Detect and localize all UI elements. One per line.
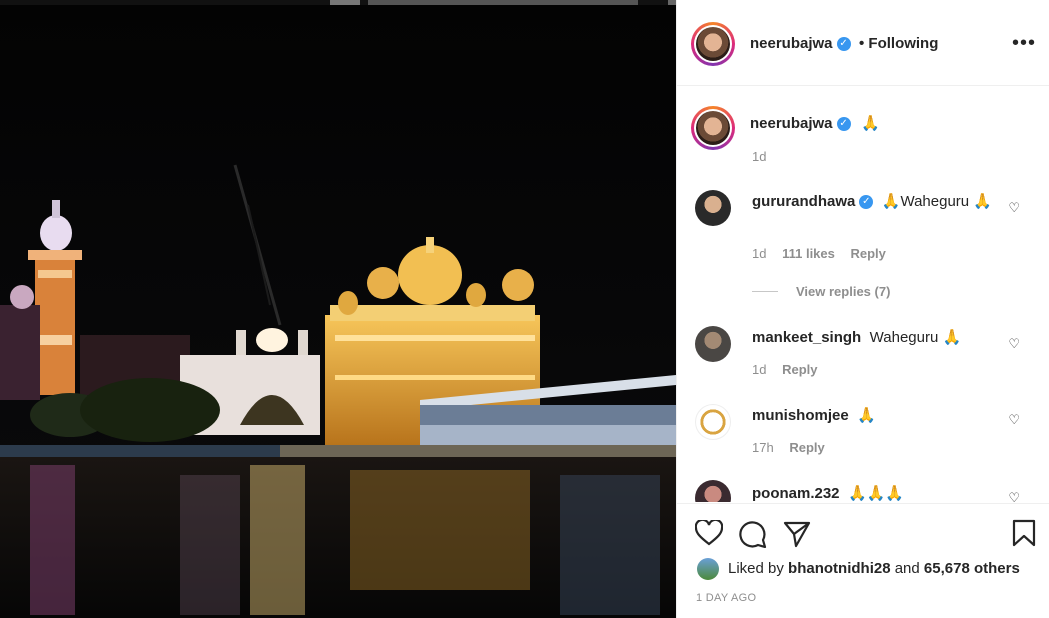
likes-others-link[interactable]: 65,678 others bbox=[924, 560, 1020, 577]
verified-badge-icon: ✓ bbox=[859, 194, 874, 209]
comment-username[interactable]: mankeet_singh bbox=[752, 329, 861, 346]
comment-text: 🙏 bbox=[857, 407, 876, 424]
likes-summary: Liked by bhanotnidhi28 and 65,678 others bbox=[728, 560, 1020, 577]
comment-avatar[interactable] bbox=[695, 326, 731, 362]
comment-meta: 1d Reply bbox=[752, 362, 818, 377]
comment-like-heart-icon[interactable]: ♡ bbox=[1008, 336, 1020, 352]
comment-body: poonam.232 🙏🙏🙏 bbox=[752, 484, 904, 502]
comment-avatar[interactable] bbox=[695, 190, 731, 226]
like-heart-icon[interactable] bbox=[695, 520, 723, 546]
comment-age: 1d bbox=[752, 246, 767, 261]
comment-meta: 17h Reply bbox=[752, 440, 825, 455]
comment-reply-button[interactable]: Reply bbox=[851, 246, 886, 261]
comment-body: mankeet_singh Waheguru 🙏 bbox=[752, 328, 961, 347]
share-paper-plane-icon[interactable] bbox=[783, 520, 811, 548]
comment-reply-button[interactable]: Reply bbox=[782, 362, 817, 377]
caption-age: 1d bbox=[752, 149, 767, 164]
following-status[interactable]: • Following bbox=[859, 35, 938, 52]
comment-body: gururandhawa ✓ 🙏Waheguru 🙏 bbox=[752, 192, 992, 211]
comment-username[interactable]: poonam.232 bbox=[752, 485, 840, 502]
post-header: neerubajwa ✓ • Following ••• bbox=[677, 0, 1049, 86]
likes-prefix: Liked by bbox=[728, 560, 784, 577]
caption-username[interactable]: neerubajwa bbox=[750, 115, 833, 132]
replies-divider bbox=[752, 291, 778, 292]
post-timestamp: 1 DAY AGO bbox=[696, 592, 757, 604]
post-photo[interactable] bbox=[0, 5, 676, 618]
post-sidebar: neerubajwa ✓ • Following ••• neerubajwa ✓ … bbox=[676, 0, 1049, 618]
comment-age: 1d bbox=[752, 362, 767, 377]
caption-avatar[interactable] bbox=[691, 106, 735, 150]
save-bookmark-icon[interactable] bbox=[1012, 519, 1036, 547]
comment-text: Waheguru 🙏 bbox=[869, 329, 962, 346]
comment-like-heart-icon[interactable]: ♡ bbox=[1008, 200, 1020, 216]
author-username[interactable]: neerubajwa bbox=[750, 35, 833, 52]
post-actions: Liked by bhanotnidhi28 and 65,678 others… bbox=[677, 503, 1049, 618]
comment-like-heart-icon[interactable]: ♡ bbox=[1008, 412, 1020, 428]
comments-list: neerubajwa ✓ 🙏 1d gururandhawa ✓ 🙏Waheguru… bbox=[677, 86, 1049, 502]
comment-text: 🙏🙏🙏 bbox=[847, 485, 905, 502]
comment-age: 17h bbox=[752, 440, 774, 455]
comment-text: 🙏Waheguru 🙏 bbox=[881, 193, 992, 210]
comment-avatar[interactable] bbox=[695, 404, 731, 440]
caption-text: 🙏 bbox=[860, 115, 880, 132]
comment-body: munishomjee 🙏 bbox=[752, 406, 876, 425]
comment-username[interactable]: gururandhawa bbox=[752, 193, 855, 210]
likes-and: and bbox=[894, 560, 920, 577]
liker-avatar[interactable] bbox=[697, 558, 719, 580]
view-replies-button[interactable]: View replies (7) bbox=[796, 284, 890, 299]
caption-line: neerubajwa ✓ 🙏 bbox=[750, 114, 880, 133]
comment-meta: 1d 111 likes Reply bbox=[752, 246, 886, 261]
author-avatar[interactable] bbox=[691, 22, 735, 66]
verified-badge-icon: ✓ bbox=[836, 116, 851, 131]
liker-username[interactable]: bhanotnidhi28 bbox=[788, 560, 891, 577]
comment-bubble-icon[interactable] bbox=[739, 520, 767, 548]
comment-likes[interactable]: 111 likes bbox=[782, 246, 835, 261]
comment-username[interactable]: munishomjee bbox=[752, 407, 849, 424]
comment-like-heart-icon[interactable]: ♡ bbox=[1008, 490, 1020, 502]
verified-badge-icon: ✓ bbox=[836, 36, 851, 51]
golden-temple-night-image bbox=[0, 5, 676, 618]
author-line: neerubajwa ✓ • Following bbox=[750, 35, 938, 53]
comment-avatar[interactable] bbox=[695, 480, 731, 502]
more-horizontal-icon[interactable]: ••• bbox=[1012, 32, 1036, 55]
comment-reply-button[interactable]: Reply bbox=[789, 440, 824, 455]
